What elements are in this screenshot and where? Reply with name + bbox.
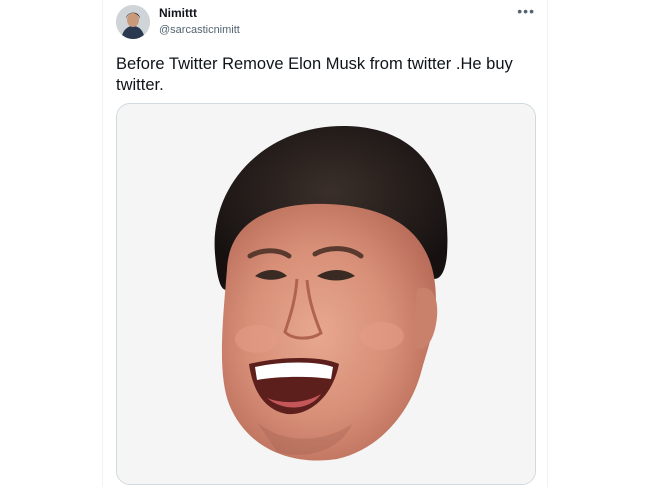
tweet-text: Before Twitter Remove Elon Musk from twi… — [116, 55, 513, 94]
tweet-media[interactable] — [116, 103, 536, 485]
tweet-card: Nimittt @sarcasticnimitt ••• Before Twit… — [102, 0, 548, 487]
more-horizontal-icon[interactable]: ••• — [517, 4, 535, 18]
avatar[interactable] — [116, 5, 150, 39]
author-name[interactable]: Nimittt — [159, 6, 197, 20]
face-image — [117, 104, 535, 484]
author-handle[interactable]: @sarcasticnimitt — [159, 24, 240, 36]
avatar-image — [116, 5, 150, 39]
